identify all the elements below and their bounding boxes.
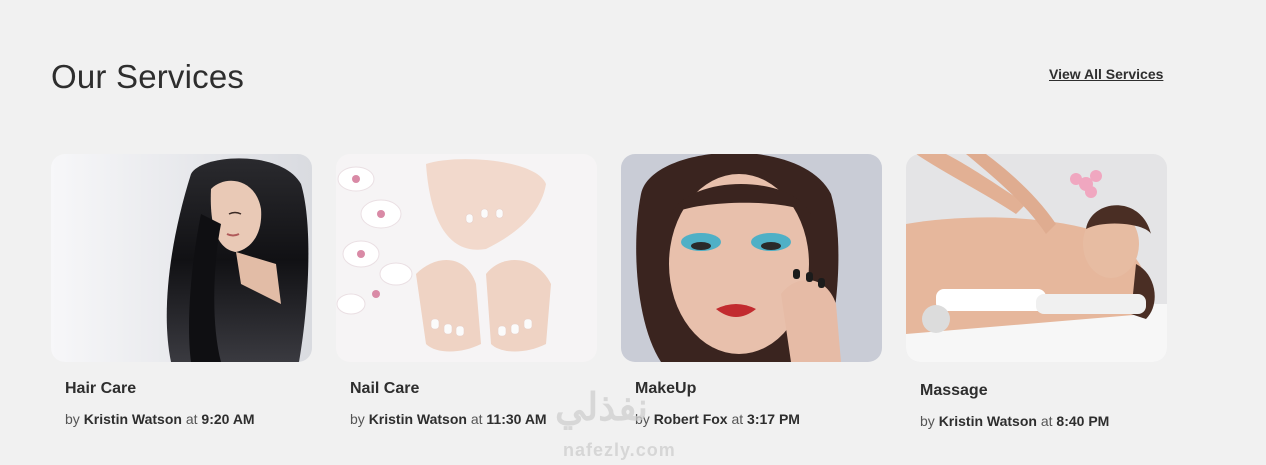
service-card-hair-care[interactable]: Hair Care by Kristin Watson at 9:20 AM: [51, 154, 312, 427]
service-name[interactable]: Hair Care: [65, 380, 312, 398]
by-label: by: [65, 411, 80, 427]
hair-care-image[interactable]: [51, 154, 312, 362]
watermark-site: nafezly.com: [563, 440, 676, 460]
service-author: Kristin Watson: [938, 413, 1037, 429]
service-card-massage[interactable]: Massage by Kristin Watson at 8:40 PM: [906, 154, 1167, 429]
service-time: 3:17 PM: [747, 411, 800, 427]
service-time: 11:30 AM: [486, 411, 547, 427]
service-author: Kristin Watson: [368, 411, 467, 427]
service-meta: by Kristin Watson at 9:20 AM: [65, 411, 312, 427]
at-label: at: [731, 411, 744, 427]
by-label: by: [920, 413, 935, 429]
by-label: by: [635, 411, 650, 427]
service-author: Robert Fox: [653, 411, 728, 427]
at-label: at: [1040, 413, 1053, 429]
service-card-nail-care[interactable]: Nail Care by Kristin Watson at 11:30 AM: [336, 154, 597, 427]
service-name[interactable]: Nail Care: [350, 380, 597, 398]
section-title: Our Services: [51, 58, 245, 95]
makeup-image[interactable]: [621, 154, 882, 362]
by-label: by: [350, 411, 365, 427]
service-meta: by Robert Fox at 3:17 PM: [635, 411, 882, 427]
service-meta: by Kristin Watson at 11:30 AM: [350, 411, 597, 427]
service-meta: by Kristin Watson at 8:40 PM: [920, 413, 1167, 429]
service-card-makeup[interactable]: MakeUp by Robert Fox at 3:17 PM: [621, 154, 882, 427]
service-author: Kristin Watson: [83, 411, 182, 427]
massage-image[interactable]: [906, 154, 1167, 362]
service-name[interactable]: MakeUp: [635, 380, 882, 398]
at-label: at: [470, 411, 483, 427]
service-time: 9:20 AM: [201, 411, 255, 427]
service-time: 8:40 PM: [1056, 413, 1110, 429]
service-name[interactable]: Massage: [920, 382, 1167, 400]
view-all-services-link[interactable]: View All Services: [1049, 66, 1163, 82]
at-label: at: [185, 411, 198, 427]
nail-care-image[interactable]: [336, 154, 597, 362]
